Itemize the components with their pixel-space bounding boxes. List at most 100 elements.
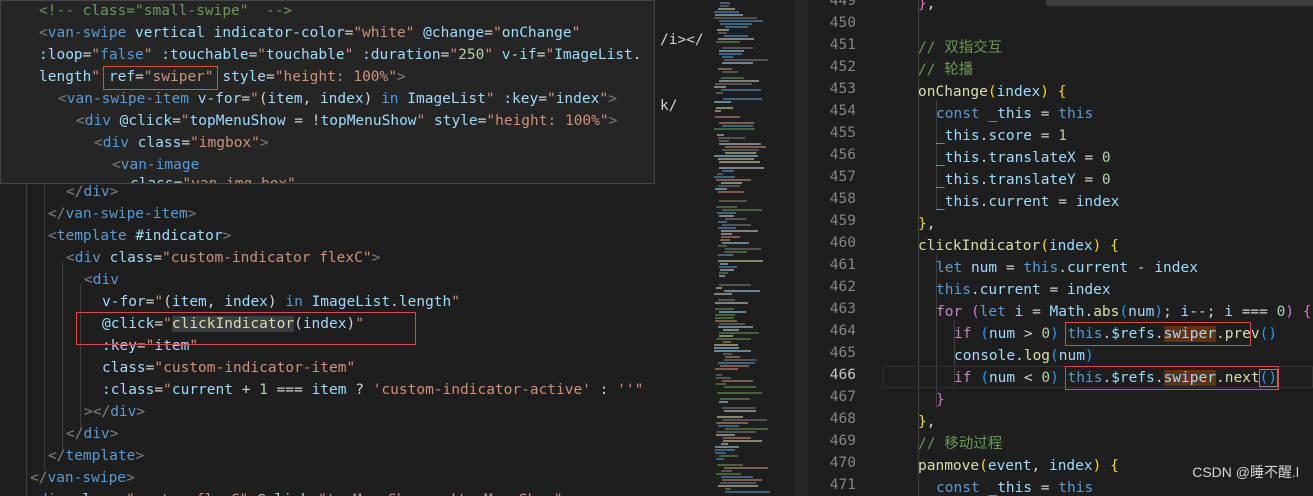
minimap-line: [715, 308, 734, 310]
minimap-line: [715, 314, 735, 316]
code-line: </van-swipe>: [30, 470, 135, 486]
minimap-line: [722, 407, 755, 409]
code-line: // 双指交互: [918, 40, 1003, 56]
hover-peek-card[interactable]: <!-- class="small-swipe" --> <van-swipe …: [0, 0, 655, 184]
watermark: CSDN @睡不醒.l: [1192, 464, 1299, 480]
minimap-line: [722, 47, 753, 49]
code-line: </div>: [66, 426, 119, 442]
right-editor-pane[interactable]: 449 450 451 452 453 454 455 456 457 458 …: [808, 0, 1313, 496]
minimap-line: [714, 128, 755, 130]
minimap-line: [723, 98, 762, 100]
minimap-line: [719, 53, 742, 55]
minimap-line: [719, 335, 733, 337]
minimap-line: [718, 260, 763, 262]
minimap-line: [720, 482, 756, 484]
minimap-line: [724, 410, 756, 412]
code-line: <div: [84, 272, 119, 288]
minimap-line: [722, 62, 753, 64]
indent-guide: [62, 262, 63, 450]
minimap-line: [722, 242, 749, 244]
line-number: 470: [829, 455, 856, 471]
line-number-active: 466: [829, 367, 856, 383]
hover-line: <van-swipe-item v-for="(item, index) in …: [58, 91, 617, 107]
minimap-line: [722, 56, 733, 58]
code-line: clickIndicator(index) {: [918, 238, 1119, 254]
minimap-line: [723, 440, 762, 442]
minimap-line: [723, 329, 739, 331]
minimap-line: [716, 107, 733, 109]
minimap-line: [720, 365, 749, 367]
code-line: }: [936, 392, 945, 408]
minimap-line: [723, 419, 767, 421]
minimap-line: [714, 17, 757, 19]
code-line: const _this = this: [936, 106, 1094, 122]
left-editor-pane[interactable]: </div> </van-swipe-item> <template #indi…: [0, 0, 712, 496]
minimap-line: [721, 230, 758, 232]
minimap-line: [716, 287, 722, 289]
minimap-line: [717, 134, 724, 136]
minimap-line: [715, 110, 721, 112]
minimap-line: [719, 200, 747, 202]
minimap-line: [720, 239, 730, 241]
code-line: this.current = index: [936, 282, 1111, 298]
code-line: v-for="(item, index) in ImageList.length…: [102, 294, 461, 310]
minimap-line: [715, 317, 734, 319]
minimap-line: [716, 338, 751, 340]
code-line: panmove(event, index) {: [918, 458, 1119, 474]
code-line: _this.score = 1: [936, 128, 1067, 144]
code-line: _this.current = index: [936, 194, 1120, 210]
minimap-line: [717, 29, 729, 31]
line-number: 463: [829, 301, 856, 317]
line-number: 454: [829, 103, 856, 119]
line-number: 452: [829, 59, 856, 75]
indent-guide: [80, 284, 81, 428]
minimap-line: [725, 248, 761, 250]
minimap-line: [719, 311, 746, 313]
minimap-line: [718, 254, 733, 256]
minimap-line: [719, 272, 728, 274]
minimap-line: [720, 23, 752, 25]
code-fragment: /i></: [660, 32, 704, 48]
minimap-line: [719, 275, 725, 277]
code-line: onChange(index) {: [918, 84, 1067, 100]
line-number: 453: [829, 81, 856, 97]
highlight-box-ref: [103, 66, 218, 90]
vertical-scrollbar[interactable]: [794, 0, 808, 496]
minimap-line: [719, 50, 744, 52]
minimap-line: [725, 152, 756, 154]
minimap-line: [723, 341, 731, 343]
minimap-line: [715, 188, 727, 190]
minimap-line: [718, 299, 735, 301]
minimap-line: [724, 359, 757, 361]
minimap-line: [717, 392, 762, 394]
minimap-line: [717, 416, 743, 418]
minimap-line: [718, 158, 754, 160]
minimap-line: [721, 182, 742, 184]
minimap-line: [716, 206, 737, 208]
line-number: 456: [829, 147, 856, 163]
line-number: 455: [829, 125, 856, 141]
minimap-line: [715, 446, 739, 448]
minimap[interactable]: [712, 0, 794, 496]
code-line: for (let i = Math.abs(num); i--; i === 0…: [936, 304, 1312, 320]
minimap-line: [717, 431, 756, 433]
minimap-line: [716, 473, 741, 475]
minimap-line: [721, 476, 753, 478]
minimap-line: [718, 68, 732, 70]
minimap-line: [725, 428, 768, 430]
code-line: </van-swipe-item>: [48, 206, 197, 222]
minimap-line: [724, 386, 756, 388]
minimap-line: [716, 458, 724, 460]
minimap-line: [718, 245, 727, 247]
minimap-line: [724, 290, 760, 292]
minimap-line: [716, 179, 751, 181]
minimap-line: [714, 176, 735, 178]
minimap-line: [722, 224, 751, 226]
line-number: 469: [829, 433, 856, 449]
line-number: 461: [829, 257, 856, 273]
minimap-line: [719, 266, 737, 268]
line-number: 457: [829, 169, 856, 185]
code-line: ></div>: [84, 404, 146, 420]
minimap-line: [724, 59, 768, 61]
minimap-line: [716, 92, 723, 94]
